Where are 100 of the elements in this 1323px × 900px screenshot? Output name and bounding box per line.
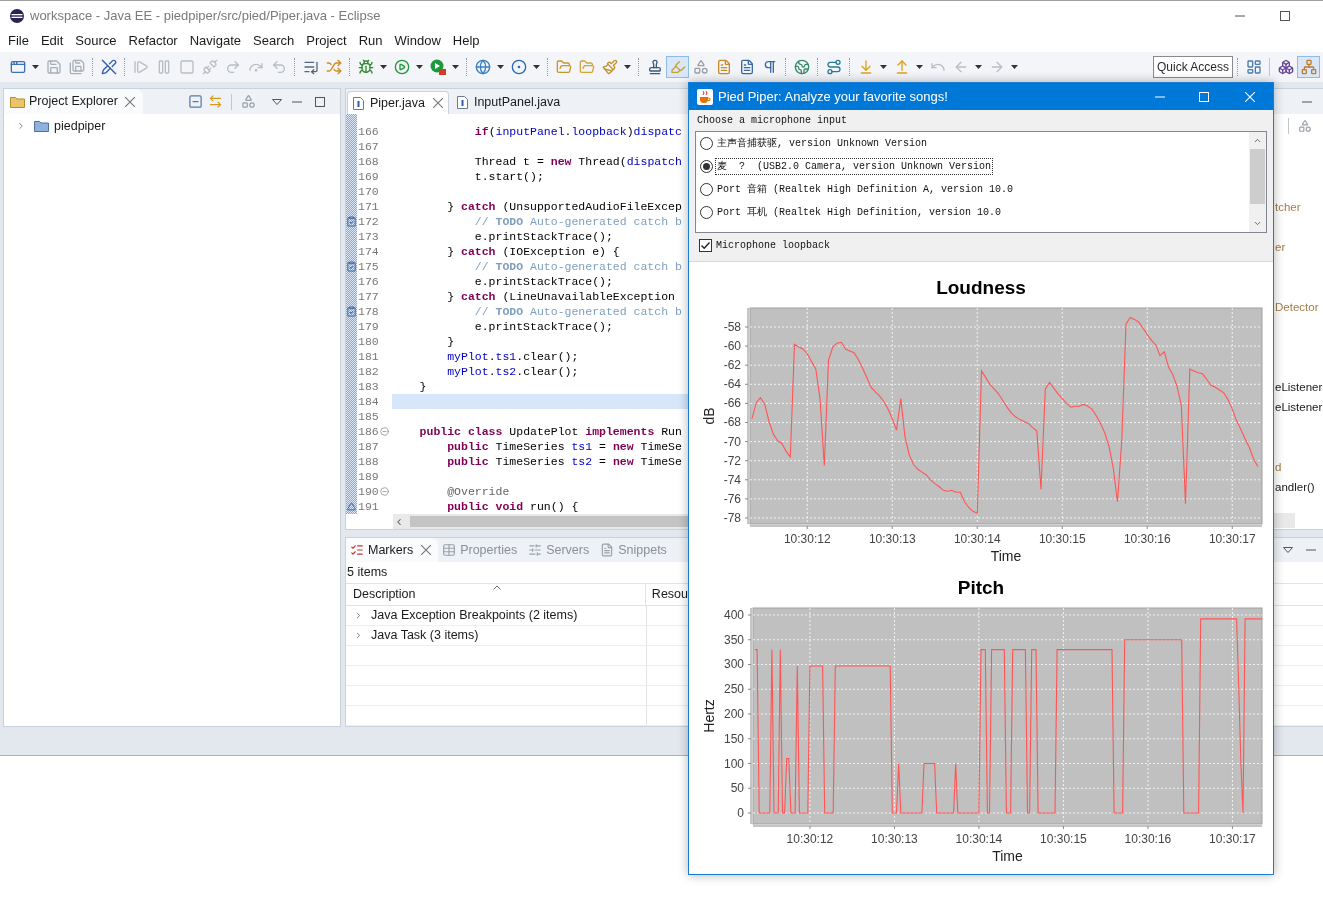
shapes-icon[interactable] bbox=[692, 59, 709, 75]
minus-circle-icon[interactable] bbox=[380, 427, 389, 436]
caret-icon[interactable] bbox=[380, 65, 387, 69]
maximize-icon[interactable] bbox=[315, 96, 325, 107]
caret-icon[interactable] bbox=[416, 65, 423, 69]
radio-option[interactable]: 麦 ? (USB2.0 Camera, version Unknown Version bbox=[696, 155, 1249, 178]
radio-option[interactable]: 主声音捕获驱, version Unknown Version bbox=[696, 132, 1249, 155]
editor-tab[interactable]: Piper.java bbox=[347, 91, 449, 114]
minus-circle-icon[interactable] bbox=[380, 487, 389, 496]
menu-item[interactable]: File bbox=[2, 31, 35, 51]
view-menu-icon[interactable] bbox=[1283, 547, 1293, 553]
column-header[interactable]: Resou bbox=[645, 584, 688, 605]
scrollbar[interactable] bbox=[1274, 513, 1295, 528]
maximize-icon[interactable] bbox=[1280, 10, 1290, 21]
tree-item[interactable]: Java Task (3 items) bbox=[346, 626, 647, 645]
save-all-icon[interactable] bbox=[68, 59, 85, 75]
network-icon[interactable] bbox=[1297, 56, 1320, 78]
radio-option[interactable]: Port 耳机 (Realtek High Definition, version 10.0 bbox=[696, 201, 1249, 224]
scrollbar-thumb[interactable] bbox=[1250, 149, 1265, 204]
radio-icon[interactable] bbox=[700, 206, 713, 219]
route-icon[interactable] bbox=[825, 59, 842, 75]
sort-caret-icon[interactable] bbox=[493, 585, 501, 590]
chevron-right-icon[interactable] bbox=[354, 631, 363, 640]
radio-icon[interactable] bbox=[700, 137, 713, 150]
pen-off-icon[interactable] bbox=[100, 59, 117, 75]
close-icon[interactable] bbox=[421, 545, 432, 555]
caret-icon[interactable] bbox=[1011, 65, 1018, 69]
square-minus-icon[interactable] bbox=[188, 94, 203, 109]
folder-open-icon[interactable] bbox=[555, 59, 572, 75]
document-icon[interactable] bbox=[715, 59, 732, 75]
paintbrush-icon[interactable] bbox=[601, 59, 618, 75]
outline-item[interactable]: Detector bbox=[1274, 299, 1319, 317]
menu-item[interactable]: Navigate bbox=[183, 31, 247, 51]
radio-icon[interactable] bbox=[700, 160, 713, 173]
editor-tab[interactable]: InputPanel.java bbox=[451, 91, 566, 114]
outline-item[interactable]: d bbox=[1274, 459, 1282, 477]
list-end-icon[interactable] bbox=[302, 59, 319, 75]
menu-item[interactable]: Source bbox=[69, 31, 123, 51]
menu-item[interactable]: Run bbox=[352, 31, 389, 51]
caret-icon[interactable] bbox=[533, 65, 540, 69]
menu-item[interactable]: Search bbox=[247, 31, 301, 51]
bug-icon[interactable] bbox=[357, 59, 374, 75]
menu-item[interactable]: Project bbox=[300, 31, 353, 51]
view-menu-icon[interactable] bbox=[272, 98, 282, 105]
scrollbar[interactable] bbox=[393, 514, 688, 529]
menu-item[interactable]: Help bbox=[446, 31, 486, 51]
scrollbar[interactable] bbox=[1249, 132, 1266, 232]
scrollbar-thumb[interactable] bbox=[410, 516, 688, 527]
quick-access-field[interactable]: Quick Access bbox=[1153, 56, 1233, 78]
file-icon bbox=[353, 96, 364, 110]
outline-item[interactable]: er bbox=[1274, 239, 1286, 257]
panel-tab[interactable]: Project Explorer bbox=[4, 89, 143, 114]
chevron-up-icon[interactable] bbox=[1253, 136, 1262, 145]
caret-icon[interactable] bbox=[624, 65, 631, 69]
caret-icon[interactable] bbox=[452, 65, 459, 69]
arrows-icon[interactable] bbox=[208, 94, 223, 109]
play-circle-icon[interactable] bbox=[393, 59, 410, 75]
stamp-icon[interactable] bbox=[646, 59, 663, 75]
outline-item[interactable]: eListener bbox=[1274, 379, 1323, 397]
window-icon[interactable] bbox=[9, 59, 26, 75]
chevron-left-icon[interactable] bbox=[394, 516, 404, 527]
document-icon[interactable] bbox=[738, 59, 755, 75]
chevron-right-icon[interactable] bbox=[16, 121, 26, 131]
chevron-down-icon[interactable] bbox=[1253, 219, 1262, 228]
caret-icon[interactable] bbox=[916, 65, 923, 69]
minimize-icon[interactable] bbox=[292, 100, 302, 103]
outline-item[interactable]: tcher bbox=[1274, 199, 1301, 217]
radio-option[interactable]: Port 音箱 (Realtek High Definition A, version 10.0 bbox=[696, 178, 1249, 201]
shapes-icon[interactable] bbox=[1298, 119, 1312, 133]
menu-item[interactable]: Refactor bbox=[122, 31, 184, 51]
checkbox[interactable]: Microphone loopback bbox=[695, 237, 1267, 253]
menu-item[interactable]: Edit bbox=[34, 31, 70, 51]
close-icon[interactable] bbox=[432, 98, 443, 108]
menu-item[interactable]: Window bbox=[388, 31, 447, 51]
caret-icon[interactable] bbox=[32, 65, 39, 69]
save-icon[interactable] bbox=[45, 59, 62, 75]
chevron-right-icon[interactable] bbox=[354, 611, 363, 620]
tree-item[interactable]: Java Exception Breakpoints (2 items) bbox=[346, 606, 647, 625]
outline-item[interactable]: eListener bbox=[1274, 399, 1323, 417]
shapes-icon[interactable] bbox=[241, 94, 256, 109]
window-grid-icon[interactable] bbox=[1245, 59, 1262, 75]
close-icon[interactable] bbox=[124, 96, 135, 107]
outline-item[interactable]: andler() bbox=[1274, 479, 1315, 497]
minimize-icon[interactable] bbox=[1302, 100, 1312, 103]
tree-item[interactable]: piedpiper bbox=[4, 116, 340, 136]
circle-dot-icon[interactable] bbox=[510, 59, 527, 75]
checkbox-icon[interactable] bbox=[699, 238, 712, 252]
shuffle-icon[interactable] bbox=[325, 59, 342, 75]
caret-icon[interactable] bbox=[880, 65, 887, 69]
caret-icon[interactable] bbox=[497, 65, 504, 69]
play-toolbox-icon[interactable] bbox=[429, 59, 446, 75]
minimize-icon[interactable] bbox=[1235, 14, 1245, 17]
folder-open-icon[interactable] bbox=[578, 59, 595, 75]
globe-icon[interactable] bbox=[474, 59, 491, 75]
caret-icon[interactable] bbox=[975, 65, 982, 69]
code-line: // TODO Auto-generated catch b bbox=[473, 214, 682, 229]
radio-icon[interactable] bbox=[700, 183, 713, 196]
column-header[interactable]: Description bbox=[346, 584, 646, 605]
globe-icon[interactable] bbox=[793, 59, 810, 75]
panel-tab[interactable]: Markers bbox=[346, 538, 439, 562]
